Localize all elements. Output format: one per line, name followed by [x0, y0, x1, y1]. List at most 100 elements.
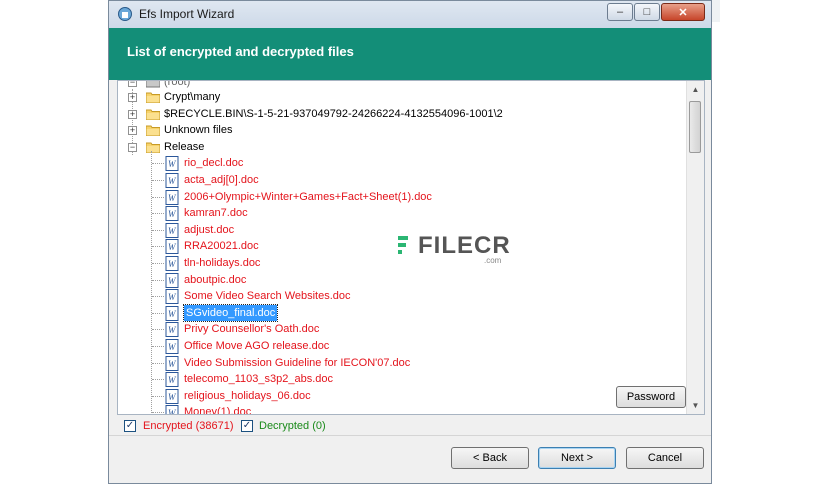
expand-icon[interactable]: +: [128, 93, 137, 102]
word-document-icon: W: [165, 322, 179, 338]
tree-file-label: adjust.doc: [184, 223, 235, 236]
tree-connector-line: [152, 296, 164, 298]
tree-connector-line: [152, 379, 164, 381]
folder-icon: [146, 109, 160, 120]
word-document-icon: W: [165, 305, 179, 321]
tree-file-label: acta_adj[0].doc: [184, 174, 259, 186]
tree-connector-line: [152, 229, 164, 231]
tree-file-label: rio_decl.doc: [184, 157, 244, 170]
tree-folder-label: Unknown files: [164, 124, 233, 137]
tree-file-row[interactable]: W SGvideo_final.doc: [118, 303, 688, 322]
folder-icon: [146, 125, 160, 137]
word-document-icon: W: [165, 222, 179, 238]
decrypted-checkbox[interactable]: ✓: [241, 420, 253, 432]
tree-connector-line: [152, 312, 164, 314]
word-document-icon: W: [165, 405, 179, 414]
tree-folder-label: Crypt\many: [164, 91, 221, 103]
tree-file-row[interactable]: Waboutpic.doc: [118, 272, 688, 288]
tree-file-row[interactable]: W Office Move AGO release.doc: [118, 338, 688, 354]
password-button[interactable]: Password: [616, 386, 686, 408]
tree-file-label: 2006+Olympic+Winter+Games+Fact+Sheet(1).…: [184, 190, 432, 203]
collapse-icon[interactable]: −: [128, 142, 137, 152]
drive-icon: [146, 81, 160, 88]
scroll-down-arrow-icon[interactable]: ▼: [687, 397, 704, 414]
selected-file-label: SGvideo_final.doc: [182, 303, 279, 322]
scroll-up-arrow-icon[interactable]: ▲: [687, 81, 704, 98]
tree-connector-line: [152, 180, 164, 181]
vertical-scrollbar[interactable]: ▲ ▼: [686, 81, 704, 414]
encrypted-checkbox[interactable]: ✓: [124, 420, 136, 432]
collapse-icon[interactable]: −: [128, 81, 137, 87]
word-document-icon: W: [165, 206, 179, 222]
tree-file-label: RRA20021.doc: [184, 240, 259, 253]
word-document-icon: W: [165, 239, 179, 255]
watermark: FILECR .com: [398, 232, 510, 266]
tree-file-row[interactable]: W Video Submission Guideline for IECON'07…: [118, 355, 688, 371]
tree-connector-line: [152, 395, 164, 397]
title-bar[interactable]: Efs Import Wizard – □ ✕: [109, 1, 711, 29]
tree-file-row[interactable]: W Money(1).doc: [118, 404, 688, 415]
word-document-icon: W: [165, 272, 179, 288]
decrypted-filter-label: Decrypted (0): [259, 420, 326, 432]
tree-file-label: Money(1).doc: [184, 406, 252, 415]
word-document-icon: W: [165, 388, 179, 404]
scrollbar-thumb[interactable]: [689, 101, 701, 153]
watermark-logo-icon: [398, 236, 408, 254]
minimize-button[interactable]: –: [607, 3, 633, 21]
tree-file-label: kamran7.doc: [184, 207, 248, 220]
tree-file-label: Office Move AGO release.doc: [184, 340, 330, 352]
tree-connector-line: [152, 412, 164, 414]
tree-connector-line: [152, 246, 164, 248]
tree-connector-line: [152, 362, 164, 364]
tree-connector-line: [152, 163, 164, 165]
tree-file-row[interactable]: W 2006+Olympic+Winter+Games+Fact+Sheet(1)…: [118, 189, 688, 205]
tree-connector-line: [152, 196, 164, 198]
word-document-icon: W: [165, 173, 179, 188]
tree-file-label: aboutpic.doc: [184, 273, 247, 286]
word-document-icon: W: [165, 189, 179, 205]
watermark-subtext: .com: [484, 256, 502, 265]
minimize-icon: –: [616, 6, 624, 18]
close-button[interactable]: ✕: [661, 3, 705, 21]
tree-connector-line: [152, 346, 164, 347]
word-document-icon: W: [165, 156, 179, 172]
tree-file-row[interactable]: Wrio_decl.doc: [118, 155, 688, 172]
tree-folder-label: Release: [164, 140, 205, 153]
tree-file-row[interactable]: Wkamran7.doc: [118, 205, 688, 222]
word-document-icon: W: [165, 339, 179, 354]
back-button[interactable]: < Back: [451, 447, 529, 469]
app-icon: [118, 7, 132, 21]
close-icon: ✕: [678, 6, 688, 19]
maximize-icon: □: [643, 6, 651, 18]
tree-folder-row[interactable]: + $RECYCLE.BIN\S-1-5-21-937049792-2426622…: [118, 106, 688, 122]
tree-file-row[interactable]: Wtelecomo_1103_s3p2_abs.doc: [118, 371, 688, 388]
tree-connector-line: [152, 213, 164, 215]
tree-file-row[interactable]: Wreligious_holidays_06.doc: [118, 388, 688, 404]
tree-file-row[interactable]: Wacta_adj[0].doc: [118, 172, 688, 188]
cancel-button[interactable]: Cancel: [626, 447, 704, 469]
tree-folder-row[interactable]: + Unknown files: [118, 122, 688, 138]
encrypted-filter-label: Encrypted (38671): [143, 420, 234, 432]
folder-icon: [146, 142, 160, 153]
next-button[interactable]: Next >: [538, 447, 616, 469]
tree-folder-row[interactable]: + Crypt\many: [118, 89, 688, 105]
expand-icon[interactable]: +: [128, 109, 137, 119]
folder-icon: [146, 92, 160, 103]
wizard-header: List of encrypted and decrypted files: [109, 28, 711, 80]
expand-icon[interactable]: +: [128, 126, 137, 136]
tree-connector-line: [152, 279, 164, 281]
tree-file-label: religious_holidays_06.doc: [184, 389, 311, 402]
window-title: Efs Import Wizard: [139, 7, 235, 21]
word-document-icon: W: [165, 372, 179, 388]
tree-file-label: tln-holidays.doc: [184, 257, 261, 269]
tree-file-label: telecomo_1103_s3p2_abs.doc: [184, 373, 334, 386]
tree-folder-label: $RECYCLE.BIN\S-1-5-21-937049792-24266224…: [164, 107, 503, 120]
word-document-icon: W: [165, 256, 179, 271]
tree-file-label: Some Video Search Websites.doc: [184, 290, 351, 303]
tree-folder-row[interactable]: − Release: [118, 139, 688, 155]
tree-file-row[interactable]: W Privy Counsellor's Oath.doc: [118, 321, 688, 338]
word-document-icon: W: [165, 355, 179, 371]
maximize-button[interactable]: □: [634, 3, 660, 21]
tree-file-row[interactable]: W Some Video Search Websites.doc: [118, 288, 688, 305]
footer-divider: [109, 435, 711, 436]
